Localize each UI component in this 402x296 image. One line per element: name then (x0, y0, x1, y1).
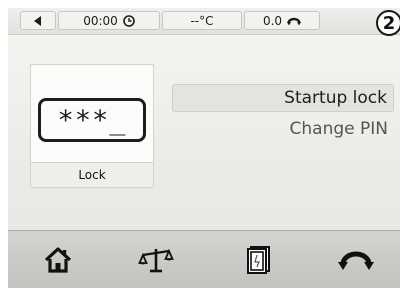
status-bar: 00:00 --°C 0.0 (8, 8, 400, 35)
menu-item-change-pin[interactable]: Change PIN (172, 115, 394, 143)
menu-item-startup-lock[interactable]: Startup lock (172, 84, 394, 112)
nav-book-button[interactable] (228, 239, 288, 281)
temperature-value: --°C (190, 13, 214, 28)
time-display: 00:00 (58, 11, 160, 30)
speed-display: 0.0 (244, 11, 320, 30)
nav-home-button[interactable] (28, 239, 88, 281)
back-triangle-icon (34, 15, 41, 26)
clock-icon (122, 14, 135, 27)
temperature-display: --°C (162, 11, 242, 30)
rotation-icon (287, 17, 302, 25)
step-number-badge: 2 (376, 10, 400, 36)
device-screen: 00:00 --°C 0.0 2 ***_ Lock Startup lock … (8, 8, 400, 288)
rotation-icon (338, 251, 374, 270)
lock-label: Lock (31, 162, 153, 187)
book-icon (247, 246, 270, 274)
speed-value: 0.0 (262, 13, 283, 28)
back-button[interactable] (20, 11, 56, 30)
balance-icon (138, 248, 174, 273)
bottom-navbar (8, 230, 400, 288)
lock-tile[interactable]: ***_ Lock (30, 64, 154, 188)
pin-display: ***_ (38, 98, 146, 142)
nav-balance-button[interactable] (126, 239, 186, 281)
home-icon (44, 247, 72, 273)
nav-rotation-button[interactable] (326, 239, 386, 281)
time-value: 00:00 (83, 13, 118, 28)
